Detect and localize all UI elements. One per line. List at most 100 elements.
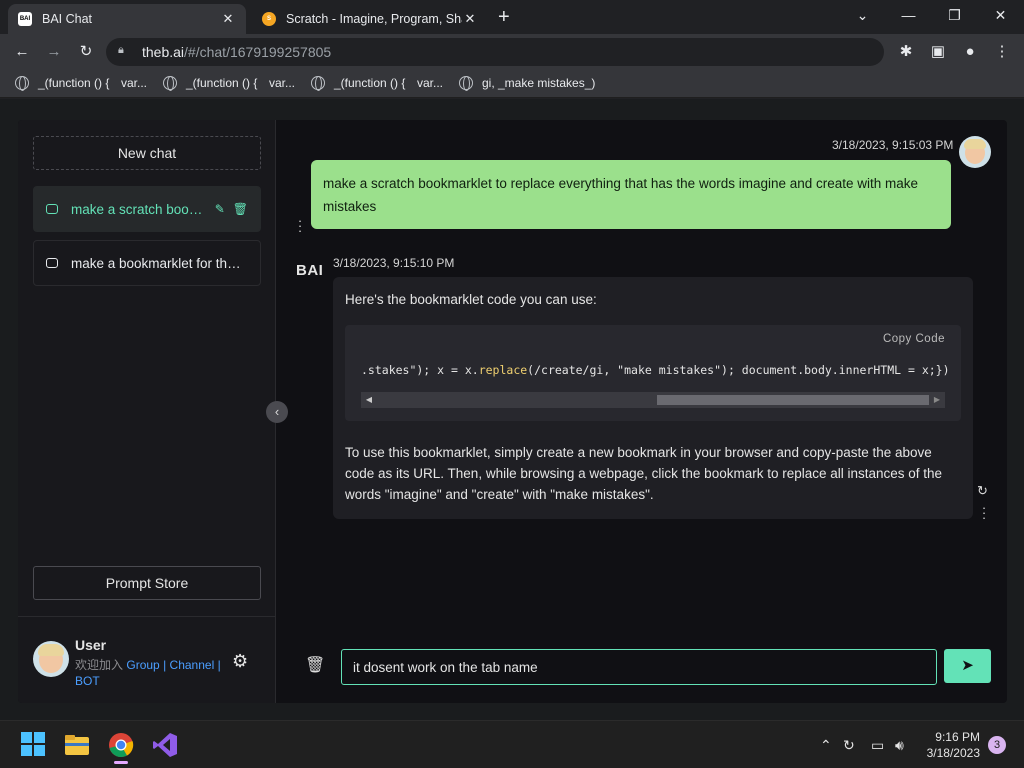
chat-bubble-icon bbox=[46, 204, 58, 214]
sidepanel-icon[interactable]: ▣ bbox=[926, 40, 950, 64]
code-function: replace bbox=[478, 363, 528, 377]
chrome-icon[interactable] bbox=[107, 731, 135, 764]
group-link[interactable]: Group bbox=[126, 658, 159, 672]
maximize-icon[interactable]: ❐ bbox=[932, 4, 977, 28]
code-segment: .stakes"); x = x. bbox=[361, 363, 479, 377]
menu-icon[interactable]: ⋮ bbox=[990, 40, 1014, 64]
bookmark-item[interactable]: gi, _make mistakes_) bbox=[459, 76, 596, 91]
more-options-icon[interactable]: · · · bbox=[981, 501, 987, 524]
notification-badge[interactable]: 3 bbox=[988, 736, 1006, 754]
scratch-favicon-icon: S bbox=[262, 12, 276, 26]
url-text: theb.ai/#/chat/1679199257805 bbox=[142, 44, 331, 60]
tab-strip: BAI BAI Chat ✕ S Scratch - Imagine, Prog… bbox=[0, 0, 1024, 34]
close-tab-icon[interactable]: ✕ bbox=[220, 11, 236, 27]
system-clock[interactable]: 9:16 PM 3/18/2023 bbox=[920, 729, 980, 761]
scrollbar-thumb[interactable] bbox=[657, 395, 929, 405]
globe-icon bbox=[15, 76, 29, 91]
prompt-store-button[interactable]: Prompt Store bbox=[33, 566, 261, 600]
bot-message-timestamp: 3/18/2023, 9:15:10 PM bbox=[333, 256, 455, 270]
delete-icon[interactable]: 🗑︎ bbox=[233, 202, 248, 216]
scroll-right-arrow-icon[interactable]: ▶ bbox=[929, 392, 945, 408]
bookmark-item[interactable]: _(function () { bbox=[15, 76, 110, 91]
gear-icon[interactable]: ⚙ bbox=[232, 651, 248, 672]
chevron-up-icon[interactable]: ⌃ bbox=[820, 737, 832, 754]
lock-icon: 🔒︎ bbox=[118, 44, 124, 56]
bookmark-label: gi, _make mistakes_) bbox=[482, 76, 596, 90]
browser-window: BAI BAI Chat ✕ S Scratch - Imagine, Prog… bbox=[0, 0, 1024, 768]
community-links: 欢迎加入 Group | Channel | BOT bbox=[75, 657, 225, 689]
code-block: Copy Code .stakes"); x = x.replace(/crea… bbox=[345, 325, 961, 421]
back-icon[interactable]: ← bbox=[10, 40, 34, 64]
user-panel: User 欢迎加入 Group | Channel | BOT ⚙ bbox=[18, 616, 276, 703]
new-tab-button[interactable]: + bbox=[498, 6, 510, 29]
close-window-icon[interactable]: ✕ bbox=[978, 4, 1023, 28]
bai-favicon-icon: BAI bbox=[18, 12, 32, 26]
tab-title: BAI Chat bbox=[42, 12, 93, 26]
tab-search-icon[interactable]: ⌄ bbox=[840, 4, 885, 28]
bookmark-label: var... bbox=[269, 76, 296, 90]
bookmark-label: var... bbox=[417, 76, 444, 90]
message-input[interactable] bbox=[341, 649, 937, 685]
bookmark-label: _(function () { bbox=[38, 76, 110, 90]
avatar-hair bbox=[38, 644, 64, 656]
minimize-icon[interactable]: — bbox=[886, 4, 931, 28]
globe-icon bbox=[163, 76, 177, 91]
clear-chat-icon[interactable]: 🗑︎ bbox=[305, 655, 325, 675]
avatar-hair bbox=[964, 139, 986, 149]
tab-bai-chat[interactable]: BAI BAI Chat ✕ bbox=[8, 4, 246, 34]
bookmark-label: var... bbox=[121, 76, 148, 90]
conversation-title: make a scratch bookmarklet to replace ev… bbox=[71, 201, 207, 217]
horizontal-scrollbar[interactable]: ◀ ▶ bbox=[361, 392, 945, 408]
channel-link[interactable]: Channel bbox=[170, 658, 215, 672]
profile-icon[interactable]: ● bbox=[958, 40, 982, 64]
copy-code-button[interactable]: Copy Code bbox=[883, 333, 945, 345]
code-content[interactable]: .stakes"); x = x.replace(/create/gi, "ma… bbox=[361, 363, 951, 377]
regenerate-icon[interactable]: ↻ bbox=[977, 483, 988, 499]
user-name: User bbox=[75, 637, 107, 653]
chat-area: 3/18/2023, 9:15:03 PM make a scratch boo… bbox=[277, 120, 1007, 703]
conversation-item[interactable]: make a bookmarklet for the tab name bbox=[33, 240, 261, 286]
volume-icon[interactable]: 🔊︎ bbox=[895, 737, 904, 754]
bookmarks-bar: _(function () { var... _(function () { v… bbox=[0, 70, 1024, 98]
windows-start-icon[interactable] bbox=[20, 731, 48, 759]
sync-icon[interactable]: ↻ bbox=[843, 737, 855, 754]
code-segment: (/create/gi, "make mistakes"); document.… bbox=[527, 363, 951, 377]
bookmark-label: _(function () { bbox=[334, 76, 406, 90]
bookmark-item[interactable]: _(function () { bbox=[163, 76, 258, 91]
user-avatar bbox=[959, 136, 991, 168]
clock-date: 3/18/2023 bbox=[926, 746, 980, 760]
reload-icon[interactable]: ↻ bbox=[74, 40, 98, 64]
user-message-timestamp: 3/18/2023, 9:15:03 PM bbox=[832, 138, 954, 152]
forward-icon[interactable]: → bbox=[42, 40, 66, 64]
visual-studio-icon[interactable] bbox=[151, 731, 179, 759]
scroll-left-arrow-icon[interactable]: ◀ bbox=[361, 392, 377, 408]
link-separator: | bbox=[217, 658, 221, 672]
send-icon: ➤ bbox=[961, 657, 974, 674]
file-explorer-icon[interactable] bbox=[63, 731, 91, 759]
link-separator: | bbox=[163, 658, 167, 672]
user-message-bubble: make a scratch bookmarklet to replace ev… bbox=[311, 160, 951, 229]
conversation-title: make a bookmarklet for the tab name bbox=[71, 255, 248, 271]
extensions-icon[interactable]: ✱ bbox=[894, 40, 918, 64]
url-path: /#/chat/1679199257805 bbox=[184, 44, 332, 60]
bookmark-item[interactable]: var... bbox=[121, 76, 147, 90]
bookmark-item[interactable]: var... bbox=[417, 76, 443, 90]
address-bar[interactable]: 🔒︎ theb.ai/#/chat/1679199257805 bbox=[106, 38, 884, 66]
bookmark-item[interactable]: var... bbox=[269, 76, 295, 90]
chat-app: New chat make a scratch bookmarklet to r… bbox=[18, 120, 1007, 703]
close-tab-icon[interactable]: ✕ bbox=[462, 11, 478, 27]
more-options-icon[interactable]: · · · bbox=[297, 214, 303, 237]
chat-bubble-icon bbox=[46, 258, 58, 268]
conversation-item-active[interactable]: make a scratch bookmarklet to replace ev… bbox=[33, 186, 261, 232]
edit-icon[interactable]: ✎ bbox=[215, 202, 225, 216]
active-app-indicator bbox=[114, 761, 128, 764]
composer: 🗑︎ ➤ bbox=[277, 647, 1007, 687]
display-icon[interactable]: ▭ bbox=[871, 737, 884, 754]
tab-scratch[interactable]: S Scratch - Imagine, Program, Shar ✕ bbox=[252, 4, 488, 34]
bai-logo: BAI bbox=[296, 262, 324, 279]
send-button[interactable]: ➤ bbox=[944, 649, 991, 683]
bookmark-label: _(function () { bbox=[186, 76, 258, 90]
bookmark-item[interactable]: _(function () { bbox=[311, 76, 406, 91]
new-chat-button[interactable]: New chat bbox=[33, 136, 261, 170]
bot-link[interactable]: BOT bbox=[75, 674, 100, 688]
